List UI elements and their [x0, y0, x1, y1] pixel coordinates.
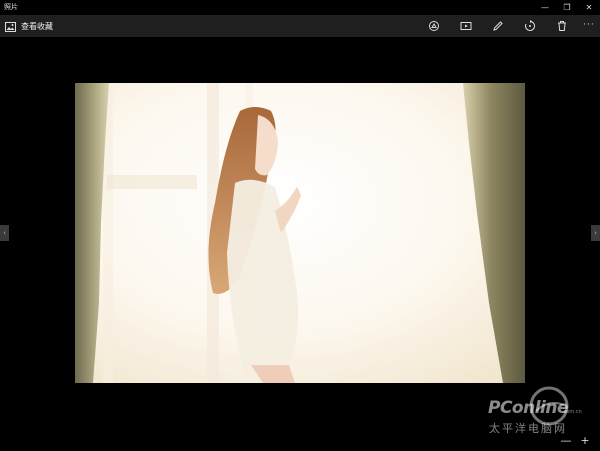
close-button[interactable]: ✕: [579, 0, 599, 15]
rotate-icon[interactable]: [523, 19, 537, 33]
more-options-button[interactable]: ···: [582, 18, 596, 32]
app-title: 照片: [4, 3, 18, 11]
watermark-brand: PConline: [488, 398, 569, 418]
share-icon[interactable]: [427, 19, 441, 33]
edit-icon[interactable]: [491, 19, 505, 33]
minimize-button[interactable]: —: [535, 0, 555, 15]
zoom-out-button[interactable]: —: [558, 432, 574, 448]
view-collection-button[interactable]: 查看收藏: [5, 19, 53, 33]
photo-image: [75, 83, 525, 383]
delete-icon[interactable]: [555, 19, 569, 33]
command-bar: 查看收藏 ···: [0, 15, 600, 37]
zoom-in-button[interactable]: +: [577, 432, 593, 448]
view-collection-label: 查看收藏: [21, 21, 53, 31]
maximize-button[interactable]: ❐: [557, 0, 577, 15]
watermark-domain: .com.cn: [562, 409, 582, 415]
title-bar: 照片 — ❐ ✕: [0, 0, 600, 15]
previous-photo-button[interactable]: ‹: [0, 225, 9, 241]
next-photo-button[interactable]: ›: [591, 225, 600, 241]
photo-collection-icon: [5, 17, 16, 36]
slideshow-icon[interactable]: [459, 19, 473, 33]
photo-viewer: ‹ › PConline .com.cn 太平洋电脑网 — +: [0, 37, 600, 451]
watermark-chinese: 太平洋电脑网: [489, 422, 567, 435]
